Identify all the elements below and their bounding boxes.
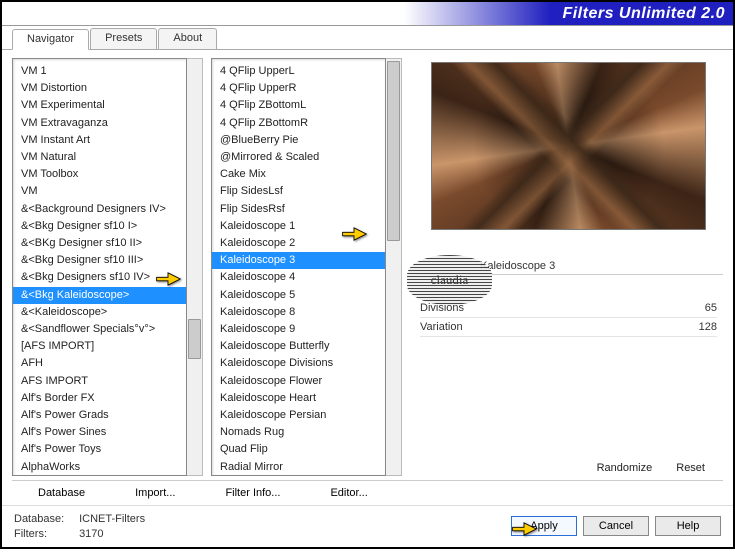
list-item[interactable]: &<Bkg Kaleidoscope> bbox=[13, 287, 186, 304]
cancel-button[interactable]: Cancel bbox=[583, 516, 649, 536]
list-item[interactable]: VM Toolbox bbox=[13, 166, 186, 183]
list-item[interactable]: Alf's Border FX bbox=[13, 390, 186, 407]
list-item[interactable]: VM Instant Art bbox=[13, 132, 186, 149]
category-list[interactable]: VM 1VM DistortionVM ExperimentalVM Extra… bbox=[12, 58, 187, 476]
list-item[interactable]: VM Natural bbox=[13, 149, 186, 166]
filter-preview bbox=[431, 62, 706, 230]
status-filters-label: Filters: bbox=[14, 527, 76, 542]
list-item[interactable]: Kaleidoscope 1 bbox=[212, 218, 385, 235]
list-item[interactable]: 4 QFlip ZBottomR bbox=[212, 115, 385, 132]
param-value: 65 bbox=[705, 302, 717, 314]
help-button[interactable]: Help bbox=[655, 516, 721, 536]
database-button[interactable]: Database bbox=[38, 487, 85, 499]
filter-scroll-thumb[interactable] bbox=[387, 61, 400, 241]
list-item[interactable]: Kaleidoscope Flower bbox=[212, 373, 385, 390]
app-title: Filters Unlimited 2.0 bbox=[562, 5, 725, 23]
list-item[interactable]: &<Bkg Designer sf10 I> bbox=[13, 218, 186, 235]
list-item[interactable]: @BlueBerry Pie bbox=[212, 132, 385, 149]
list-item[interactable]: &<BKg Designer sf10 II> bbox=[13, 235, 186, 252]
list-item[interactable]: Quad Flip bbox=[212, 441, 385, 458]
list-item[interactable]: Alf's Power Sines bbox=[13, 424, 186, 441]
randomize-button[interactable]: Randomize bbox=[597, 462, 653, 474]
list-item[interactable]: &<Kaleidoscope> bbox=[13, 304, 186, 321]
list-item[interactable]: Kaleidoscope 4 bbox=[212, 269, 385, 286]
param-row-variation[interactable]: Variation 128 bbox=[420, 318, 717, 337]
tab-strip: Navigator Presets About bbox=[2, 26, 733, 50]
list-item[interactable]: VM Distortion bbox=[13, 80, 186, 97]
dialog-buttons: Apply Cancel Help bbox=[511, 512, 721, 536]
title-bar: Filters Unlimited 2.0 bbox=[2, 2, 733, 26]
filter-info-button[interactable]: Filter Info... bbox=[225, 487, 280, 499]
tab-about[interactable]: About bbox=[158, 28, 217, 49]
filter-list-column: 4 QFlip UpperL4 QFlip UpperR4 QFlip ZBot… bbox=[211, 58, 402, 476]
list-item[interactable]: 4 QFlip UpperR bbox=[212, 80, 385, 97]
list-item[interactable]: Radial Mirror bbox=[212, 459, 385, 476]
filter-scrollbar[interactable] bbox=[386, 58, 402, 476]
watermark-badge: claudia bbox=[407, 255, 492, 305]
list-item[interactable]: AFS IMPORT bbox=[13, 373, 186, 390]
list-item[interactable]: VM bbox=[13, 183, 186, 200]
list-item[interactable]: AFH bbox=[13, 355, 186, 372]
list-item[interactable]: Flip SidesRsf bbox=[212, 201, 385, 218]
list-item[interactable]: [AFS IMPORT] bbox=[13, 338, 186, 355]
category-list-column: VM 1VM DistortionVM ExperimentalVM Extra… bbox=[12, 58, 203, 476]
list-item[interactable]: &<Sandflower Specials°v°> bbox=[13, 321, 186, 338]
list-item[interactable]: Kaleidoscope 9 bbox=[212, 321, 385, 338]
reset-button[interactable]: Reset bbox=[676, 462, 705, 474]
list-item[interactable]: Alf's Power Toys bbox=[13, 441, 186, 458]
list-item[interactable]: Flip SidesLsf bbox=[212, 183, 385, 200]
apply-button[interactable]: Apply bbox=[511, 516, 577, 536]
status-area: Database: ICNET-Filters Filters: 3170 bbox=[14, 512, 145, 542]
list-item[interactable]: Alf's Power Grads bbox=[13, 407, 186, 424]
category-scrollbar[interactable] bbox=[187, 58, 203, 476]
list-item[interactable]: VM 1 bbox=[13, 63, 186, 80]
import-button[interactable]: Import... bbox=[135, 487, 175, 499]
toolbar: Database Import... Filter Info... Editor… bbox=[12, 480, 723, 505]
status-db-label: Database: bbox=[14, 512, 76, 527]
list-item[interactable]: VM Experimental bbox=[13, 97, 186, 114]
main-area: VM 1VM DistortionVM ExperimentalVM Extra… bbox=[2, 50, 733, 480]
list-item[interactable]: Kaleidoscope 5 bbox=[212, 287, 385, 304]
tab-presets[interactable]: Presets bbox=[90, 28, 157, 49]
footer: Database: ICNET-Filters Filters: 3170 Ap… bbox=[2, 505, 733, 552]
list-item[interactable]: Kaleidoscope 3 bbox=[212, 252, 385, 269]
list-item[interactable]: Kaleidoscope 2 bbox=[212, 235, 385, 252]
list-item[interactable]: Nomads Rug bbox=[212, 424, 385, 441]
list-item[interactable]: Kaleidoscope Heart bbox=[212, 390, 385, 407]
param-value: 128 bbox=[699, 321, 717, 333]
list-item[interactable]: Kaleidoscope Butterfly bbox=[212, 338, 385, 355]
param-label: Variation bbox=[420, 321, 463, 333]
preview-actions: Randomize Reset bbox=[414, 456, 723, 476]
list-item[interactable]: Kaleidoscope Divisions bbox=[212, 355, 385, 372]
status-db-value: ICNET-Filters bbox=[79, 513, 145, 525]
filter-list[interactable]: 4 QFlip UpperL4 QFlip UpperR4 QFlip ZBot… bbox=[211, 58, 386, 476]
list-item[interactable]: Kaleidoscope 8 bbox=[212, 304, 385, 321]
list-item[interactable]: &<Bkg Designers sf10 IV> bbox=[13, 269, 186, 286]
parameter-list: Divisions 65 Variation 128 bbox=[414, 299, 723, 337]
list-item[interactable]: @Mirrored & Scaled bbox=[212, 149, 385, 166]
editor-button[interactable]: Editor... bbox=[330, 487, 367, 499]
list-item[interactable]: Cake Mix bbox=[212, 166, 385, 183]
tab-navigator[interactable]: Navigator bbox=[12, 29, 89, 50]
category-scroll-thumb[interactable] bbox=[188, 319, 201, 359]
list-item[interactable]: 4 QFlip UpperL bbox=[212, 63, 385, 80]
list-item[interactable]: &<Bkg Designer sf10 III> bbox=[13, 252, 186, 269]
list-item[interactable]: 4 QFlip ZBottomL bbox=[212, 97, 385, 114]
list-item[interactable]: Kaleidoscope Persian bbox=[212, 407, 385, 424]
status-filters-value: 3170 bbox=[79, 528, 103, 540]
list-item[interactable]: &<Background Designers IV> bbox=[13, 201, 186, 218]
list-item[interactable]: VM Extravaganza bbox=[13, 115, 186, 132]
list-item[interactable]: AlphaWorks bbox=[13, 459, 186, 476]
